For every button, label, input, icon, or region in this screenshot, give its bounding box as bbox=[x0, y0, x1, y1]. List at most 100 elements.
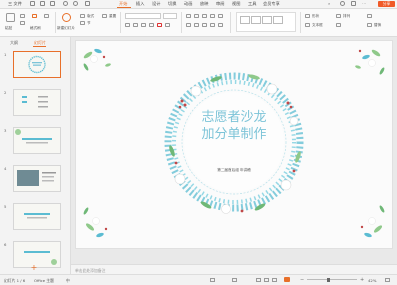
tab-tools[interactable]: 工具 bbox=[248, 1, 256, 6]
more-icon[interactable] bbox=[85, 1, 90, 6]
tab-review[interactable]: 审阅 bbox=[216, 1, 224, 6]
format-painter-label: 格式刷 bbox=[30, 26, 41, 30]
slide-number: 5 bbox=[4, 204, 7, 209]
tab-transition[interactable]: 切换 bbox=[168, 1, 176, 6]
slide-title[interactable]: 志愿者沙龙 加分单制作 bbox=[174, 109, 294, 143]
slide-subtitle[interactable]: 第二届首后组 年讲稿 bbox=[194, 168, 274, 173]
numbering-icon[interactable] bbox=[194, 14, 199, 18]
strikethrough-icon[interactable] bbox=[149, 23, 154, 27]
text-direction-icon[interactable] bbox=[218, 23, 223, 27]
style-swatch[interactable] bbox=[240, 16, 250, 24]
style-swatch[interactable] bbox=[273, 16, 283, 24]
cut-icon[interactable] bbox=[20, 14, 25, 18]
find-icon[interactable] bbox=[367, 14, 372, 18]
clear-format-icon[interactable] bbox=[165, 23, 170, 27]
reset-icon[interactable] bbox=[102, 14, 107, 18]
ribbon-divider bbox=[55, 12, 56, 33]
slide-thumbnail-panel: 大纲 幻灯片 1 2 3 4 5 6 + bbox=[0, 37, 71, 274]
align-left-icon[interactable] bbox=[186, 23, 191, 27]
align-right-icon[interactable] bbox=[202, 23, 207, 27]
shape-icon[interactable] bbox=[305, 14, 310, 18]
ribbon: 粘贴 格式刷 新建幻灯片 版式 节 重置 形状 文本框 排列 替换 bbox=[0, 9, 397, 37]
section-icon[interactable] bbox=[80, 21, 85, 25]
reading-view-icon[interactable] bbox=[272, 277, 277, 282]
slideshow-play-icon[interactable] bbox=[284, 277, 290, 282]
outdent-icon[interactable] bbox=[210, 14, 215, 18]
save-icon[interactable] bbox=[30, 1, 35, 6]
align-center-icon[interactable] bbox=[194, 23, 199, 27]
slide-thumbnail-4[interactable] bbox=[13, 165, 61, 192]
new-slide-button-icon[interactable] bbox=[62, 13, 71, 22]
thumbnail-toc bbox=[22, 96, 48, 108]
corner-floral-bottom-right bbox=[360, 205, 385, 238]
tab-member[interactable]: 会员专享 bbox=[263, 1, 280, 6]
line-spacing-icon[interactable] bbox=[218, 14, 223, 18]
bold-icon[interactable] bbox=[125, 23, 130, 27]
input-language-indicator[interactable]: 中 bbox=[66, 278, 70, 284]
font-color-icon[interactable] bbox=[157, 23, 162, 27]
slide-thumbnail-1[interactable] bbox=[13, 51, 61, 78]
fit-window-icon[interactable] bbox=[385, 277, 390, 282]
style-swatch[interactable] bbox=[262, 16, 272, 24]
tab-slideshow[interactable]: 放映 bbox=[200, 1, 208, 6]
corner-floral-top-left bbox=[83, 48, 111, 71]
more-options-icon[interactable]: ⋯ bbox=[362, 1, 367, 6]
paste-icon[interactable] bbox=[6, 13, 15, 22]
text-box-icon[interactable] bbox=[305, 23, 310, 27]
tab-outline[interactable]: 大纲 bbox=[10, 40, 18, 46]
quick-style-gallery[interactable] bbox=[236, 12, 296, 32]
slide-1[interactable]: 志愿者沙龙 加分单制作 第二届首后组 年讲稿 bbox=[75, 40, 393, 249]
tab-home[interactable]: 开始 bbox=[119, 1, 127, 6]
slide-thumbnail-2[interactable] bbox=[13, 89, 61, 116]
print-icon[interactable] bbox=[40, 1, 45, 6]
undo-icon[interactable] bbox=[63, 1, 68, 6]
tab-animation[interactable]: 动画 bbox=[184, 1, 192, 6]
font-size-select[interactable] bbox=[163, 13, 177, 19]
cloud-icon[interactable] bbox=[340, 1, 345, 6]
tab-design[interactable]: 设计 bbox=[152, 1, 160, 6]
section-label: 节 bbox=[87, 21, 91, 25]
share-button[interactable]: 分享 bbox=[378, 1, 395, 7]
zoom-level[interactable]: 42% bbox=[368, 278, 376, 283]
thumbnail-content bbox=[24, 213, 50, 219]
zoom-slider[interactable] bbox=[307, 277, 357, 282]
arrange-icon[interactable] bbox=[336, 14, 341, 18]
font-name-select[interactable] bbox=[125, 13, 161, 19]
notes-toggle-icon[interactable] bbox=[210, 277, 215, 282]
comments-icon[interactable] bbox=[232, 277, 237, 282]
format-painter-icon[interactable] bbox=[32, 14, 37, 18]
justify-icon[interactable] bbox=[210, 23, 215, 27]
collab-icon[interactable] bbox=[351, 1, 356, 6]
picture-icon[interactable] bbox=[336, 23, 341, 27]
tab-view[interactable]: 视图 bbox=[232, 1, 240, 6]
normal-view-icon[interactable] bbox=[256, 277, 261, 282]
status-bar: 幻灯片 1 / 6 Office 主题 中 − + 42% bbox=[0, 274, 397, 285]
tab-insert[interactable]: 插入 bbox=[136, 1, 144, 6]
add-slide-button[interactable]: + bbox=[29, 263, 39, 272]
slide-number: 4 bbox=[4, 166, 7, 171]
zoom-out-icon[interactable]: − bbox=[300, 277, 304, 283]
theme-name[interactable]: Office 主题 bbox=[34, 278, 54, 284]
zoom-slider-thumb[interactable] bbox=[327, 277, 330, 282]
replace-icon[interactable] bbox=[367, 23, 372, 27]
bullets-icon[interactable] bbox=[186, 14, 191, 18]
layout-label: 版式 bbox=[87, 14, 95, 18]
slide-thumbnail-5[interactable] bbox=[13, 203, 61, 230]
slide-thumbnail-3[interactable] bbox=[13, 127, 61, 154]
sorter-view-icon[interactable] bbox=[264, 277, 269, 282]
italic-icon[interactable] bbox=[133, 23, 138, 27]
new-slide-icon[interactable] bbox=[44, 14, 49, 18]
underline-icon[interactable] bbox=[141, 23, 146, 27]
search-icon[interactable]: ⌕ bbox=[328, 1, 333, 6]
new-slide-label: 新建幻灯片 bbox=[57, 26, 75, 30]
copy-icon[interactable] bbox=[20, 21, 25, 25]
zoom-in-icon[interactable]: + bbox=[360, 277, 364, 283]
layout-icon[interactable] bbox=[80, 14, 85, 18]
redo-icon[interactable] bbox=[73, 1, 78, 6]
shape-label: 形状 bbox=[312, 14, 320, 18]
indent-icon[interactable] bbox=[202, 14, 207, 18]
style-swatch[interactable] bbox=[251, 16, 261, 24]
file-menu[interactable]: 三 文件 bbox=[8, 1, 22, 6]
export-icon[interactable] bbox=[50, 1, 55, 6]
slide-number: 1 bbox=[4, 52, 7, 57]
